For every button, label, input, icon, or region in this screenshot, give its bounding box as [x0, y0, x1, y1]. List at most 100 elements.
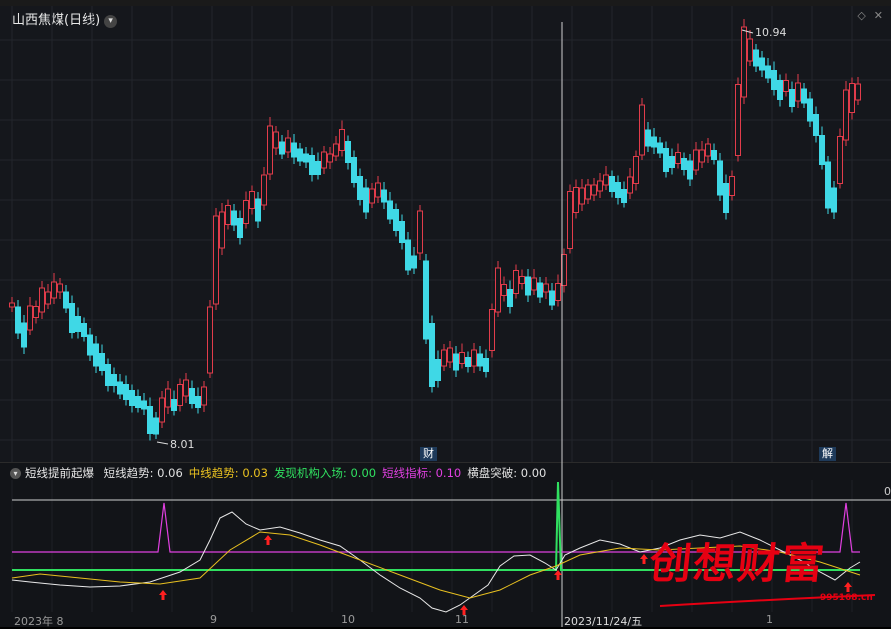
- candle-body: [219, 211, 225, 249]
- candle-body: [507, 289, 513, 307]
- candle-body: [321, 151, 327, 169]
- candle-body: [399, 221, 405, 243]
- candle-body: [45, 291, 51, 305]
- candle-body: [513, 270, 519, 294]
- candle-body: [651, 136, 657, 148]
- candle-body: [213, 215, 219, 305]
- legend-item: 横盘突破: 0.00: [467, 466, 547, 480]
- candle-body: [681, 158, 687, 170]
- candle-body: [723, 183, 729, 213]
- legend-item: 短线指标: 0.10: [382, 466, 462, 480]
- candle-body: [765, 65, 771, 79]
- buy-arrow-icon: [264, 535, 272, 545]
- candle-body: [267, 125, 273, 175]
- candle-body: [585, 184, 591, 200]
- candle-body: [645, 129, 651, 147]
- candle-body: [75, 316, 81, 332]
- candle-body: [519, 276, 525, 284]
- candle-body: [429, 323, 435, 387]
- candle-body: [435, 359, 441, 381]
- low-price-label: 8.01: [170, 438, 195, 451]
- candle-body: [69, 303, 75, 333]
- candle-body: [201, 386, 207, 406]
- candle-body: [657, 142, 663, 154]
- candle-body: [351, 157, 357, 183]
- candle-body: [183, 379, 189, 397]
- zero-axis-label: 0: [884, 485, 891, 498]
- candle-body: [741, 26, 747, 98]
- candle-body: [63, 291, 69, 309]
- candle-body: [615, 182, 621, 198]
- candle-body: [627, 176, 633, 194]
- candle-body: [441, 349, 447, 367]
- candle-body: [477, 353, 483, 367]
- candle-body: [795, 82, 801, 102]
- candle-body: [81, 323, 87, 337]
- candle-body: [99, 353, 105, 371]
- candle-body: [369, 188, 375, 204]
- candle-body: [633, 156, 639, 184]
- candle-body: [417, 210, 423, 254]
- legend-item: 短线趋势: 0.06: [103, 466, 183, 480]
- unlock-marker[interactable]: 解: [819, 447, 836, 461]
- candle-body: [195, 396, 201, 408]
- candle-body: [9, 302, 15, 308]
- candle-body: [333, 143, 339, 157]
- candle-body: [291, 142, 297, 158]
- candle-body: [753, 49, 759, 67]
- candle-body: [675, 152, 681, 164]
- indicator-legend: ▾ 短线提前起爆 短线趋势: 0.06 中线趋势: 0.03 发现机构入场: 0.00…: [10, 465, 558, 481]
- candle-body: [705, 143, 711, 157]
- candle-body: [717, 160, 723, 196]
- toggle-icon[interactable]: ▾: [10, 468, 21, 479]
- candle-body: [591, 184, 597, 196]
- candle-body: [567, 191, 573, 249]
- candle-body: [573, 187, 579, 213]
- candle-body: [129, 390, 135, 406]
- candle-body: [447, 347, 453, 363]
- watermark-logo: 创想财富: [647, 539, 829, 588]
- buy-arrow-icon: [844, 582, 852, 592]
- candle-body: [825, 161, 831, 209]
- candle-body: [405, 239, 411, 271]
- candle-body: [777, 80, 783, 100]
- candle-body: [279, 141, 285, 155]
- candle-body: [501, 284, 507, 296]
- candle-body: [453, 353, 459, 371]
- legend-item: 中线趋势: 0.03: [188, 466, 268, 480]
- candle-body: [639, 104, 645, 156]
- candle-body: [51, 281, 57, 299]
- candle-body: [243, 200, 249, 224]
- candle-body: [789, 89, 795, 107]
- candle-body: [147, 406, 153, 434]
- candle-body: [387, 200, 393, 220]
- buy-arrow-icon: [159, 590, 167, 600]
- candle-body: [117, 381, 123, 395]
- candle-body: [549, 290, 555, 306]
- candle-body: [621, 189, 627, 203]
- x-tick-label: 9: [210, 613, 217, 626]
- finance-marker[interactable]: 财: [420, 447, 437, 461]
- candle-body: [27, 305, 33, 331]
- candle-body: [711, 150, 717, 160]
- buy-arrow-icon: [640, 554, 648, 564]
- candle-body: [663, 148, 669, 172]
- candle-body: [21, 322, 27, 348]
- candle-body: [837, 136, 843, 184]
- candle-body: [495, 267, 501, 313]
- candle-body: [357, 176, 363, 200]
- candle-body: [15, 306, 21, 334]
- candle-body: [165, 388, 171, 408]
- candle-body: [141, 400, 147, 410]
- candle-body: [699, 149, 705, 163]
- candle-body: [285, 137, 291, 153]
- candle-body: [771, 70, 777, 90]
- candle-body: [393, 209, 399, 231]
- candle-body: [597, 180, 603, 192]
- legend-item: 发现机构入场: 0.00: [273, 466, 377, 480]
- candle-body: [483, 358, 489, 372]
- candle-body: [543, 283, 549, 293]
- candle-body: [687, 160, 693, 180]
- candle-body: [315, 161, 321, 175]
- candle-body: [459, 352, 465, 364]
